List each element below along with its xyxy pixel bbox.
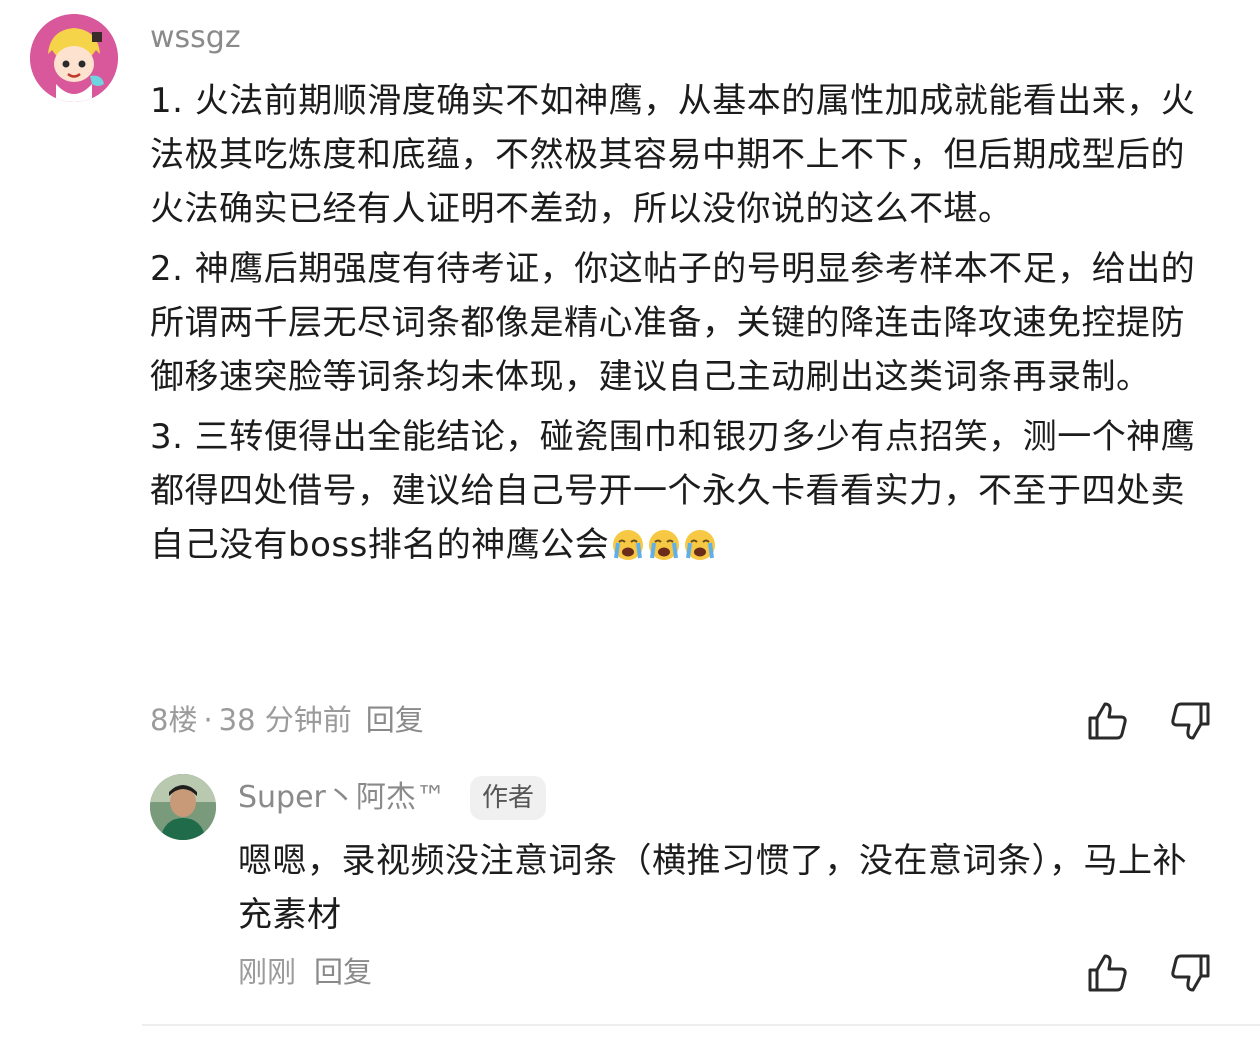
loudly-crying-face-icon bbox=[647, 524, 681, 560]
thumbs-down-icon[interactable] bbox=[1168, 698, 1214, 744]
floor-number: 8楼 bbox=[150, 703, 198, 737]
avatar[interactable] bbox=[30, 14, 118, 102]
reply-time: 刚刚 bbox=[238, 955, 297, 989]
loudly-crying-face-icon bbox=[683, 524, 717, 560]
author-badge: 作者 bbox=[470, 776, 547, 820]
reply-button[interactable]: 回复 bbox=[366, 703, 424, 737]
reply-reply-button[interactable]: 回复 bbox=[314, 955, 372, 989]
reply-username[interactable]: Super丶阿杰™ bbox=[238, 778, 446, 818]
reply-body: 嗯嗯，录视频没注意词条（横推习惯了，没在意词条），马上补充素材 bbox=[238, 834, 1218, 948]
comment-paragraph-1: 1. 火法前期顺滑度确实不如神鹰，从基本的属性加成就能看出来，火法极其吃炼度和底… bbox=[150, 81, 1196, 229]
reply-text: 嗯嗯，录视频没注意词条（横推习惯了，没在意词条），马上补充素材 bbox=[238, 841, 1187, 935]
comment-paragraph-2: 2. 神鹰后期强度有待考证，你这帖子的号明显参考样本不足，给出的所谓两千层无尽词… bbox=[150, 249, 1196, 397]
loudly-crying-face-icon bbox=[611, 524, 645, 560]
comment-body: 1. 火法前期顺滑度确实不如神鹰，从基本的属性加成就能看出来，火法极其吃炼度和底… bbox=[150, 74, 1210, 578]
thumbs-up-icon[interactable] bbox=[1084, 698, 1130, 744]
meta-separator: · bbox=[203, 703, 213, 737]
thumbs-down-icon[interactable] bbox=[1168, 950, 1214, 996]
comment-meta: 8楼 · 38 分钟前 回复 bbox=[150, 700, 424, 740]
reply-meta: 刚刚 回复 bbox=[238, 952, 372, 992]
thumbs-up-icon[interactable] bbox=[1084, 950, 1130, 996]
comment-paragraph-3: 3. 三转便得出全能结论，碰瓷围巾和银刃多少有点招笑，测一个神鹰都得四处借号，建… bbox=[150, 410, 1210, 572]
comment-username[interactable]: wssgz bbox=[150, 18, 241, 58]
divider bbox=[142, 1024, 1260, 1026]
comment-time: 38 分钟前 bbox=[218, 703, 352, 737]
reply-avatar[interactable] bbox=[150, 774, 216, 840]
